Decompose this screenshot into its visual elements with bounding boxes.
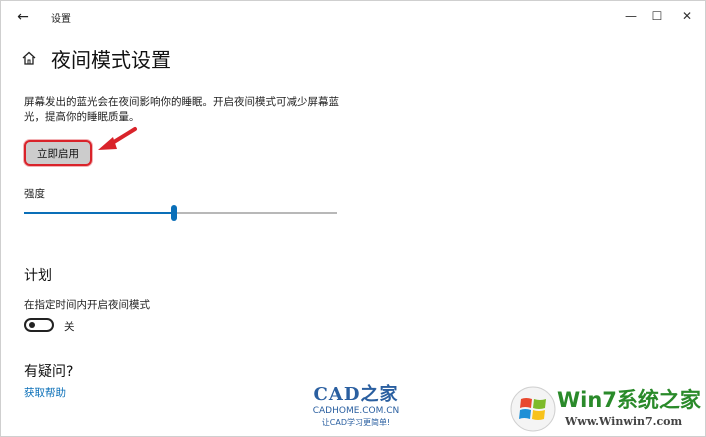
page-title: 夜间模式设置 <box>51 47 171 72</box>
minimize-icon: — <box>625 9 637 23</box>
annotation-arrow-icon <box>98 127 137 150</box>
schedule-section-title: 计划 <box>24 268 52 284</box>
window-title: 设置 <box>51 14 71 25</box>
maximize-icon: ☐ <box>651 9 663 23</box>
toggle-knob <box>29 322 35 328</box>
schedule-toggle[interactable] <box>24 318 54 332</box>
settings-window: ← 设置 — ☐ ✕ 夜间模式设置 屏幕发出的蓝光会在夜间影响你的睡眠。开启夜间… <box>0 0 706 437</box>
strength-slider[interactable] <box>24 205 337 221</box>
strength-label: 强度 <box>24 188 45 200</box>
enable-now-button[interactable]: 立即启用 <box>24 140 92 166</box>
toggle-state-label: 关 <box>64 321 75 333</box>
night-light-description: 屏幕发出的蓝光会在夜间影响你的睡眠。开启夜间模式可减少屏幕蓝光，提高你的睡眠质量… <box>24 96 339 123</box>
schedule-label: 在指定时间内开启夜间模式 <box>24 299 150 311</box>
home-icon[interactable] <box>21 50 37 66</box>
cad-watermark-title: CAD之家 <box>313 384 399 405</box>
close-icon: ✕ <box>681 9 693 23</box>
back-arrow-icon: ← <box>17 9 29 25</box>
help-section-title: 有疑问? <box>24 364 74 380</box>
get-help-link[interactable]: 获取帮助 <box>24 385 66 400</box>
page-header: 夜间模式设置 <box>21 43 171 73</box>
slider-fill <box>24 212 175 214</box>
win7-watermark: Win7系统之家 Www.Winwin7.com <box>509 383 705 435</box>
title-bar: ← 设置 — ☐ ✕ <box>1 1 705 33</box>
maximize-button[interactable]: ☐ <box>643 5 671 27</box>
back-button[interactable]: ← <box>13 7 33 27</box>
win7-watermark-url: Www.Winwin7.com <box>565 415 683 428</box>
cad-watermark: CAD之家 CADHOME.COM.CN 让CAD学习更简单! <box>301 385 411 435</box>
windows-logo-icon <box>510 386 556 432</box>
minimize-button[interactable]: — <box>617 5 645 27</box>
cad-watermark-slogan: 让CAD学习更简单! <box>321 418 391 427</box>
close-button[interactable]: ✕ <box>673 5 701 27</box>
cad-watermark-domain: CADHOME.COM.CN <box>312 406 400 416</box>
slider-thumb[interactable] <box>171 205 178 221</box>
win7-watermark-title: Win7系统之家 <box>557 388 701 412</box>
